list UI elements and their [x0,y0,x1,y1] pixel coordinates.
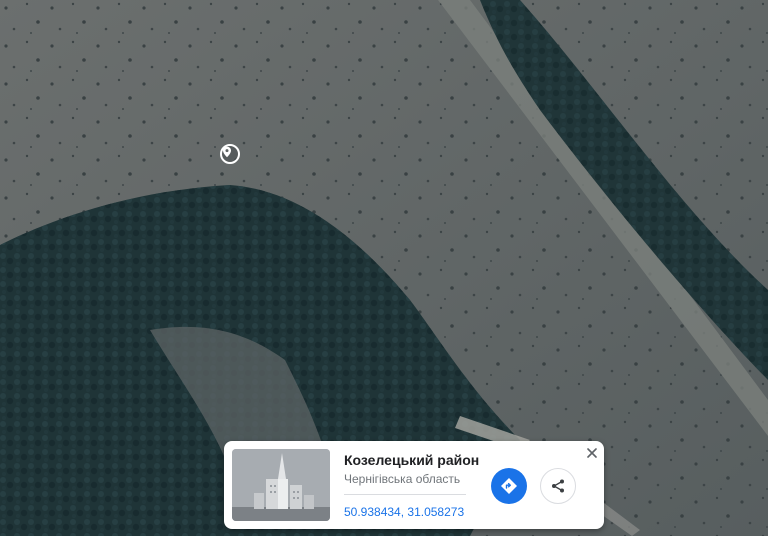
place-title: Козелецький район [344,452,480,468]
directions-button[interactable] [491,468,527,504]
coordinates-link[interactable]: 50.938434, 31.058273 [344,505,464,519]
close-icon [587,448,597,458]
directions-icon [501,478,517,494]
city-buildings-illustration [232,449,330,521]
share-icon [552,479,564,493]
close-button[interactable] [584,445,600,461]
card-divider [344,494,466,495]
location-pin-icon[interactable] [220,144,240,164]
place-thumbnail[interactable] [232,449,330,521]
place-info-card: Козелецький район Чернігівська область 5… [224,441,604,529]
share-button[interactable] [540,468,576,504]
place-subtitle: Чернігівська область [344,472,461,486]
